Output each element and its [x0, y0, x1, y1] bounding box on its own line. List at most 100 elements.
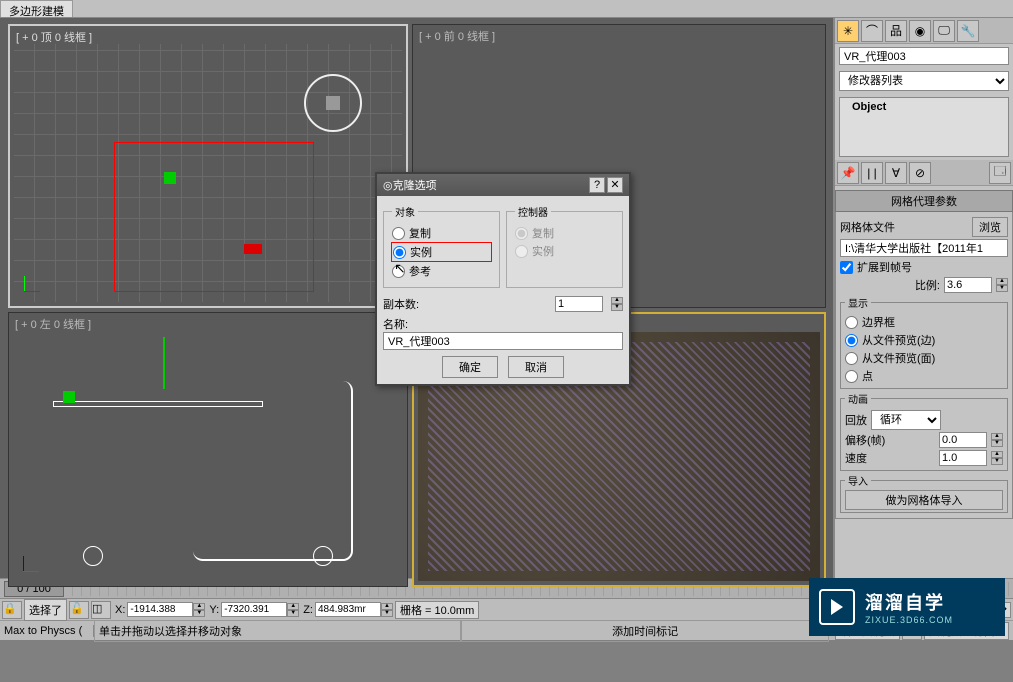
- utilities-tab-icon[interactable]: 🔧: [957, 20, 979, 42]
- modifier-stack-item[interactable]: Object: [844, 100, 1004, 114]
- display-faces-radio[interactable]: [845, 352, 858, 365]
- clone-name-input[interactable]: [383, 332, 623, 350]
- move-gizmo-x[interactable]: [244, 244, 262, 254]
- viewport-left-label: [ + 0 左 0 线框 ]: [15, 316, 91, 332]
- instance-label: 实例: [410, 244, 432, 260]
- x-spinner[interactable]: ▲▼: [193, 603, 205, 617]
- offset-spinner[interactable]: ▲▼: [991, 433, 1003, 447]
- z-spinner[interactable]: ▲▼: [381, 603, 393, 617]
- copies-spinner[interactable]: ▲▼: [611, 297, 623, 311]
- y-coord-input[interactable]: [221, 602, 287, 617]
- y-spinner[interactable]: ▲▼: [287, 603, 299, 617]
- reference-radio[interactable]: [392, 265, 405, 278]
- grid-label: 栅格 = 10.0mm: [395, 601, 479, 619]
- cancel-button[interactable]: 取消: [508, 356, 564, 378]
- display-bbox-label: 边界框: [862, 314, 895, 330]
- pin-stack-icon[interactable]: 📌: [837, 162, 859, 184]
- display-tab-icon[interactable]: 🖵: [933, 20, 955, 42]
- ctrl-instance-radio: [515, 245, 528, 258]
- scale-input[interactable]: [944, 277, 992, 293]
- display-group-label: 显示: [845, 295, 871, 310]
- import-as-mesh-button[interactable]: 做为网格体导入: [845, 490, 1003, 510]
- browse-button[interactable]: 浏览: [972, 217, 1008, 237]
- hierarchy-tab-icon[interactable]: 品: [885, 20, 907, 42]
- playback-dropdown[interactable]: 循环: [871, 410, 941, 430]
- copies-label: 副本数:: [383, 296, 419, 312]
- axis-indicator: [18, 276, 40, 298]
- motion-tab-icon[interactable]: ◉: [909, 20, 931, 42]
- lock-selection-icon[interactable]: 🔒: [2, 601, 22, 619]
- watermark-en: ZIXUE.3D66.COM: [865, 615, 953, 625]
- move-gizmo-y[interactable]: [164, 172, 176, 184]
- instance-radio[interactable]: [393, 246, 406, 259]
- modify-tab-icon[interactable]: ⌒: [861, 20, 883, 42]
- ctrl-copy-label: 复制: [532, 225, 554, 241]
- display-points-label: 点: [862, 368, 873, 384]
- display-edges-label: 从文件预览(边): [862, 332, 935, 348]
- selection-status: 选择了: [24, 599, 67, 621]
- object-name-input[interactable]: [839, 47, 1009, 65]
- modifier-list-dropdown[interactable]: 修改器列表: [839, 71, 1009, 91]
- ctrl-copy-radio: [515, 227, 528, 240]
- remove-modifier-icon[interactable]: ⊘: [909, 162, 931, 184]
- axis-indicator-left: [17, 556, 39, 578]
- speed-input[interactable]: [939, 450, 987, 466]
- prompt-text: 单击并拖动以选择并移动对象: [94, 620, 461, 642]
- display-bbox-radio[interactable]: [845, 316, 858, 329]
- show-end-result-icon[interactable]: | |: [861, 162, 883, 184]
- copy-radio[interactable]: [392, 227, 405, 240]
- x-label: X:: [113, 604, 127, 616]
- watermark: 溜溜自学 ZIXUE.3D66.COM: [809, 578, 1005, 636]
- viewport-front-label: [ + 0 前 0 线框 ]: [419, 28, 495, 44]
- clone-options-dialog: ◎ 克隆选项 ? ✕ 对象 复制 实例 参考 控制器 复制 实例 副本数: ▲▼: [375, 172, 631, 386]
- make-unique-icon[interactable]: ∀: [885, 162, 907, 184]
- object-group-label: 对象: [392, 204, 418, 219]
- viewport-top-label: [ + 0 顶 0 线框 ]: [16, 29, 92, 45]
- watermark-cn: 溜溜自学: [865, 589, 953, 615]
- expand-to-frame-checkbox[interactable]: [840, 261, 853, 274]
- gizmo-handle-y[interactable]: [63, 391, 75, 403]
- play-icon: [819, 589, 855, 625]
- x-coord-input[interactable]: [127, 602, 193, 617]
- copy-label: 复制: [409, 225, 431, 241]
- expand-to-frame-label: 扩展到帧号: [857, 259, 912, 275]
- gizmo-axis-y: [163, 337, 165, 389]
- scale-label: 比例:: [915, 277, 940, 293]
- dialog-title: 克隆选项: [393, 177, 587, 193]
- tab-polygon-modeling[interactable]: 多边形建模: [0, 0, 73, 17]
- y-label: Y:: [207, 604, 221, 616]
- selection-box: [114, 142, 314, 292]
- modifier-stack[interactable]: Object: [839, 97, 1009, 157]
- copies-input[interactable]: [555, 296, 603, 312]
- animation-group-label: 动画: [845, 391, 871, 406]
- speed-label: 速度: [845, 450, 935, 466]
- create-tab-icon[interactable]: ✳: [837, 20, 859, 42]
- rollout-header[interactable]: 网格代理参数: [835, 190, 1013, 212]
- dialog-close-icon[interactable]: ✕: [607, 177, 623, 193]
- mesh-file-label: 网格体文件: [840, 219, 968, 235]
- offset-input[interactable]: [939, 432, 987, 448]
- display-points-radio[interactable]: [845, 370, 858, 383]
- controller-group-label: 控制器: [515, 204, 551, 219]
- modifier-stack-toolbar: 📌 | | ∀ ⊘ 🗔: [835, 160, 1013, 186]
- scale-spinner[interactable]: ▲▼: [996, 278, 1008, 292]
- display-faces-label: 从文件预览(面): [862, 350, 935, 366]
- ctrl-instance-label: 实例: [532, 243, 554, 259]
- display-edges-radio[interactable]: [845, 334, 858, 347]
- ok-button[interactable]: 确定: [442, 356, 498, 378]
- selection-lock-icon[interactable]: 🔓: [69, 601, 89, 619]
- name-label: 名称:: [383, 316, 623, 332]
- absolute-mode-icon[interactable]: ◫: [91, 601, 111, 619]
- mesh-file-path-input[interactable]: [840, 239, 1008, 257]
- maxscript-label: Max to Physcs (: [4, 625, 94, 637]
- viewport-top[interactable]: [ + 0 顶 0 线框 ]: [8, 24, 408, 308]
- speed-spinner[interactable]: ▲▼: [991, 451, 1003, 465]
- reference-label: 参考: [409, 263, 431, 279]
- viewport-left[interactable]: [ + 0 左 0 线框 ]: [8, 312, 408, 587]
- dialog-help-icon[interactable]: ?: [589, 177, 605, 193]
- viewcube-gizmo[interactable]: [304, 74, 362, 132]
- playback-label: 回放: [845, 412, 867, 428]
- timetag-button[interactable]: 添加时间标记: [461, 620, 828, 642]
- configure-sets-icon[interactable]: 🗔: [989, 162, 1011, 184]
- z-coord-input[interactable]: [315, 602, 381, 617]
